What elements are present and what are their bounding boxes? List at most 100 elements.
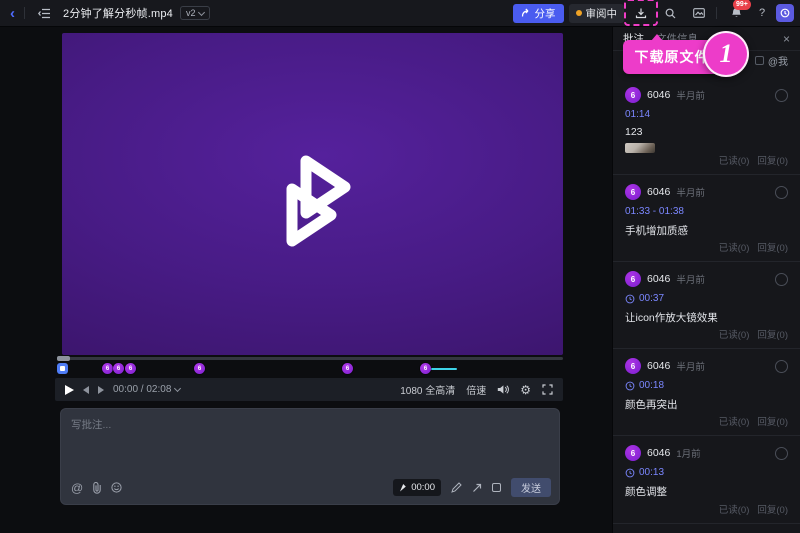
frames-button[interactable] (687, 3, 711, 23)
comment-timestamp[interactable]: 01:14 (625, 109, 788, 120)
comment-attachment-thumbnail[interactable] (625, 143, 655, 153)
back-icon[interactable]: ‹ (8, 6, 17, 21)
read-count[interactable]: 已读(0) (719, 153, 750, 167)
review-status-button[interactable]: 审阅中 (569, 4, 625, 23)
reply-count[interactable]: 回复(0) (757, 502, 788, 516)
mention-icon[interactable]: @ (71, 481, 83, 495)
mention-filter[interactable]: @我 (755, 53, 788, 68)
resolve-checkbox[interactable] (775, 186, 788, 199)
quality-selector[interactable]: 1080 全高清 (400, 382, 455, 397)
page-title: 2分钟了解分秒帧.mp4 (63, 5, 173, 21)
speed-selector[interactable]: 倍速 (466, 382, 486, 397)
help-icon[interactable]: ? (753, 7, 771, 19)
avatar: 6 (625, 87, 641, 103)
read-count[interactable]: 已读(0) (719, 240, 750, 254)
user-avatar[interactable] (776, 4, 794, 22)
rect-icon[interactable] (492, 483, 501, 492)
reply-count[interactable]: 回复(0) (757, 414, 788, 428)
comment-time-ago: 1月前 (676, 446, 700, 460)
tutorial-step-number: 1 (703, 31, 749, 77)
read-count[interactable]: 已读(0) (719, 327, 750, 341)
comment-timestamp-label: 00:18 (639, 380, 664, 391)
brand-logo (269, 152, 357, 248)
comment-time-ago: 半月前 (676, 88, 705, 102)
volume-icon[interactable] (497, 384, 509, 395)
comment-item[interactable]: 6 6046 半月前 01:33 - 01:38 手机增加质感 已读(0) 回复… (613, 175, 800, 262)
player-controls-right: 1080 全高清 倍速 ⚙ (400, 382, 553, 397)
comment-marker-row: 6 6 6 6 6 6 (55, 363, 563, 375)
comment-author: 6046 (647, 273, 670, 285)
comment-marker[interactable]: 6 (342, 363, 353, 374)
download-button[interactable] (629, 3, 653, 23)
comment-author: 6046 (647, 89, 670, 101)
collapse-panel-icon[interactable] (32, 3, 56, 23)
comment-time-ago: 半月前 (676, 359, 705, 373)
timestamp-chip[interactable]: 00:00 (393, 479, 441, 496)
comment-timestamp[interactable]: 01:33 - 01:38 (625, 206, 788, 217)
seek-handle[interactable] (57, 356, 70, 361)
reply-count[interactable]: 回复(0) (757, 153, 788, 167)
resolve-checkbox[interactable] (775, 89, 788, 102)
comment-item[interactable]: 6 6046 半月前 00:37 让icon作放大镜效果 已读(0) 回复(0) (613, 262, 800, 349)
time-display[interactable]: 00:00 / 02:08 (113, 384, 180, 395)
comment-timestamp-label: 00:13 (639, 467, 664, 478)
share-button[interactable]: 分享 (513, 4, 564, 23)
version-selector[interactable]: v2 (180, 6, 210, 20)
read-count[interactable]: 已读(0) (719, 414, 750, 428)
clock-icon (625, 468, 635, 478)
mention-filter-label: @我 (768, 53, 788, 68)
resolve-checkbox[interactable] (775, 447, 788, 460)
send-button[interactable]: 发送 (511, 478, 551, 497)
chevron-down-icon (174, 385, 181, 392)
comment-timestamp[interactable]: 00:18 (625, 380, 788, 391)
comment-timestamp-label: 01:33 - 01:38 (625, 206, 684, 217)
timestamp-chip-label: 00:00 (411, 482, 435, 493)
comment-timestamp-label: 00:37 (639, 293, 664, 304)
comment-marker[interactable]: 6 (113, 363, 124, 374)
comment-marker[interactable]: 6 (102, 363, 113, 374)
composer-toolbar: @ 00:00 发送 (71, 478, 551, 497)
playhead-user-marker[interactable] (57, 363, 68, 374)
notification-badge: 99+ (733, 0, 751, 10)
annotation-composer: @ 00:00 发送 (60, 408, 560, 505)
comment-text: 123 (625, 126, 788, 138)
comment-time-ago: 半月前 (676, 185, 705, 199)
arrow-icon[interactable] (472, 483, 482, 493)
time-display-label: 00:00 / 02:08 (113, 384, 171, 395)
comment-marker[interactable]: 6 (420, 363, 431, 374)
clock-icon (625, 294, 635, 304)
paperclip-icon[interactable] (92, 482, 102, 494)
comment-timestamp[interactable]: 00:13 (625, 467, 788, 478)
seek-bar[interactable] (57, 357, 563, 360)
next-frame-icon[interactable] (98, 386, 104, 394)
fullscreen-icon[interactable] (542, 384, 553, 395)
comment-item[interactable]: 6 6046 半月前 01:14 123 已读(0) 回复(0) (613, 78, 800, 175)
comment-marker[interactable]: 6 (125, 363, 136, 374)
pen-icon[interactable] (451, 482, 462, 493)
divider (24, 7, 25, 19)
comment-timestamp[interactable]: 00:37 (625, 293, 788, 304)
avatar: 6 (625, 445, 641, 461)
comment-item[interactable]: 6 6046 1月前 00:13 颜色调整 已读(0) 回复(0) (613, 436, 800, 524)
settings-gear-icon[interactable]: ⚙ (520, 384, 531, 396)
annotation-input[interactable] (61, 409, 559, 471)
annotation-sidebar: 批注 文件信息 × @我 下载原文件 1 6 6046 半月前 01:14 12… (612, 27, 800, 533)
avatar: 6 (625, 184, 641, 200)
close-icon[interactable]: × (783, 32, 790, 46)
topbar-left: ‹ 2分钟了解分秒帧.mp4 v2 (8, 3, 210, 23)
reply-count[interactable]: 回复(0) (757, 240, 788, 254)
reply-count[interactable]: 回复(0) (757, 327, 788, 341)
read-count[interactable]: 已读(0) (719, 502, 750, 516)
notifications-button[interactable]: 99+ (724, 3, 748, 23)
resolve-checkbox[interactable] (775, 273, 788, 286)
divider (716, 7, 717, 19)
search-button[interactable] (658, 3, 682, 23)
comment-author: 6046 (647, 360, 670, 372)
comment-marker[interactable]: 6 (194, 363, 205, 374)
prev-frame-icon[interactable] (83, 386, 89, 394)
smiley-icon[interactable] (111, 482, 122, 493)
video-canvas[interactable] (62, 33, 563, 355)
resolve-checkbox[interactable] (775, 360, 788, 373)
play-icon[interactable] (65, 385, 74, 395)
comment-item[interactable]: 6 6046 半月前 00:18 颜色再突出 已读(0) 回复(0) (613, 349, 800, 436)
